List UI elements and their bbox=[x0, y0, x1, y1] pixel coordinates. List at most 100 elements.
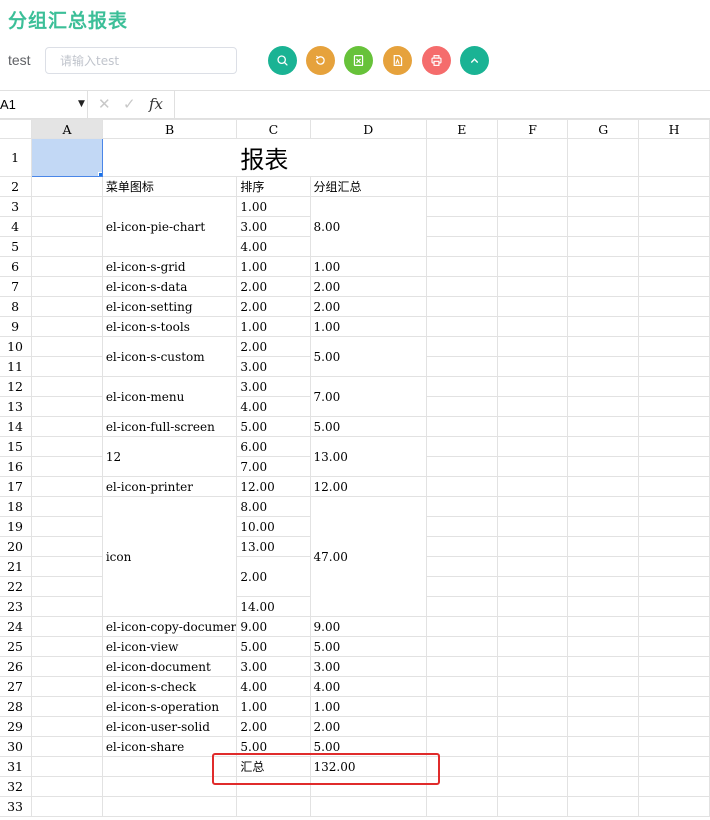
cell[interactable] bbox=[638, 138, 710, 177]
cell[interactable] bbox=[638, 476, 710, 497]
column-header[interactable]: F bbox=[496, 119, 569, 139]
cell[interactable] bbox=[309, 796, 428, 817]
cell[interactable] bbox=[567, 236, 640, 257]
sort-value-cell[interactable]: 5.00 bbox=[236, 416, 311, 437]
cell[interactable] bbox=[101, 796, 238, 817]
header-sort[interactable]: 排序 bbox=[236, 176, 311, 197]
row-header[interactable]: 13 bbox=[0, 396, 33, 417]
sort-value-cell[interactable]: 5.00 bbox=[236, 736, 311, 757]
cell[interactable] bbox=[496, 716, 569, 737]
group-total-cell[interactable]: 5.00 bbox=[309, 336, 428, 377]
sort-value-cell[interactable]: 9.00 bbox=[236, 616, 311, 637]
sort-value-cell[interactable]: 12.00 bbox=[236, 476, 311, 497]
cell[interactable] bbox=[31, 636, 103, 657]
group-total-cell[interactable]: 5.00 bbox=[309, 736, 428, 757]
cell[interactable] bbox=[567, 456, 640, 477]
cell[interactable] bbox=[31, 236, 103, 257]
cell[interactable] bbox=[638, 756, 710, 777]
cell[interactable] bbox=[426, 636, 498, 657]
group-total-cell[interactable]: 3.00 bbox=[309, 656, 428, 677]
cell[interactable] bbox=[567, 656, 640, 677]
cell[interactable] bbox=[426, 676, 498, 697]
group-label-cell[interactable]: el-icon-view bbox=[101, 636, 238, 657]
cell[interactable] bbox=[496, 236, 569, 257]
cell[interactable] bbox=[496, 636, 569, 657]
row-header[interactable]: 3 bbox=[0, 196, 33, 217]
cell[interactable] bbox=[638, 376, 710, 397]
cell[interactable] bbox=[426, 556, 498, 577]
fill-handle[interactable] bbox=[97, 172, 102, 176]
header-menu-icon[interactable]: 菜单图标 bbox=[101, 176, 238, 197]
cell[interactable] bbox=[567, 336, 640, 357]
cell[interactable] bbox=[567, 636, 640, 657]
cell-a1[interactable] bbox=[31, 138, 103, 177]
cell[interactable] bbox=[567, 676, 640, 697]
cell[interactable] bbox=[309, 776, 428, 797]
row-header[interactable]: 22 bbox=[0, 576, 33, 597]
column-header[interactable]: C bbox=[236, 119, 311, 139]
cell[interactable] bbox=[426, 716, 498, 737]
cell[interactable] bbox=[31, 216, 103, 237]
cell[interactable] bbox=[567, 536, 640, 557]
cell[interactable] bbox=[638, 536, 710, 557]
collapse-button[interactable] bbox=[460, 46, 489, 75]
cell[interactable] bbox=[426, 796, 498, 817]
cell[interactable] bbox=[31, 376, 103, 397]
cell[interactable] bbox=[426, 196, 498, 217]
cell[interactable] bbox=[638, 276, 710, 297]
cell[interactable] bbox=[31, 776, 103, 797]
cell[interactable] bbox=[496, 296, 569, 317]
sort-value-cell[interactable]: 2.00 bbox=[236, 716, 311, 737]
sort-value-cell[interactable]: 4.00 bbox=[236, 236, 311, 257]
row-header[interactable]: 10 bbox=[0, 336, 33, 357]
cell[interactable] bbox=[31, 196, 103, 217]
sort-value-cell[interactable]: 2.00 bbox=[236, 556, 311, 597]
cell[interactable] bbox=[638, 436, 710, 457]
group-total-cell[interactable]: 1.00 bbox=[309, 256, 428, 277]
row-header[interactable]: 4 bbox=[0, 216, 33, 237]
cell[interactable] bbox=[496, 536, 569, 557]
cell[interactable] bbox=[496, 736, 569, 757]
group-label-cell[interactable]: el-icon-s-tools bbox=[101, 316, 238, 337]
cell[interactable] bbox=[31, 356, 103, 377]
cell[interactable] bbox=[638, 396, 710, 417]
cell[interactable] bbox=[567, 216, 640, 237]
group-total-cell[interactable]: 1.00 bbox=[309, 316, 428, 337]
row-header[interactable]: 9 bbox=[0, 316, 33, 337]
group-total-cell[interactable]: 9.00 bbox=[309, 616, 428, 637]
row-header[interactable]: 16 bbox=[0, 456, 33, 477]
row-header[interactable]: 28 bbox=[0, 696, 33, 717]
name-box[interactable]: A1 bbox=[0, 91, 88, 118]
cell[interactable] bbox=[426, 316, 498, 337]
row-header[interactable]: 27 bbox=[0, 676, 33, 697]
group-total-cell[interactable]: 13.00 bbox=[309, 436, 428, 477]
group-label-cell[interactable]: el-icon-s-data bbox=[101, 276, 238, 297]
sort-value-cell[interactable]: 1.00 bbox=[236, 696, 311, 717]
cell[interactable] bbox=[638, 516, 710, 537]
row-header[interactable]: 20 bbox=[0, 536, 33, 557]
cell[interactable] bbox=[638, 296, 710, 317]
group-label-cell[interactable]: icon bbox=[101, 496, 238, 617]
row-header[interactable]: 26 bbox=[0, 656, 33, 677]
sort-value-cell[interactable]: 13.00 bbox=[236, 536, 311, 557]
cell[interactable] bbox=[426, 736, 498, 757]
name-box-dropdown-icon[interactable]: ▼ bbox=[78, 91, 85, 118]
row-header[interactable]: 32 bbox=[0, 776, 33, 797]
group-label-cell[interactable]: 12 bbox=[101, 436, 238, 477]
cell[interactable] bbox=[426, 596, 498, 617]
confirm-edit-icon[interactable]: ✓ bbox=[123, 91, 136, 118]
cell[interactable] bbox=[496, 216, 569, 237]
cell[interactable] bbox=[638, 316, 710, 337]
cell[interactable] bbox=[496, 496, 569, 517]
cell[interactable] bbox=[426, 356, 498, 377]
group-total-cell[interactable]: 2.00 bbox=[309, 716, 428, 737]
cell[interactable] bbox=[426, 496, 498, 517]
cell[interactable] bbox=[496, 336, 569, 357]
cell[interactable] bbox=[496, 756, 569, 777]
cell[interactable] bbox=[31, 276, 103, 297]
group-total-cell[interactable]: 12.00 bbox=[309, 476, 428, 497]
cell[interactable] bbox=[496, 138, 569, 177]
group-label-cell[interactable]: el-icon-s-grid bbox=[101, 256, 238, 277]
cell[interactable] bbox=[426, 456, 498, 477]
cell[interactable] bbox=[31, 736, 103, 757]
